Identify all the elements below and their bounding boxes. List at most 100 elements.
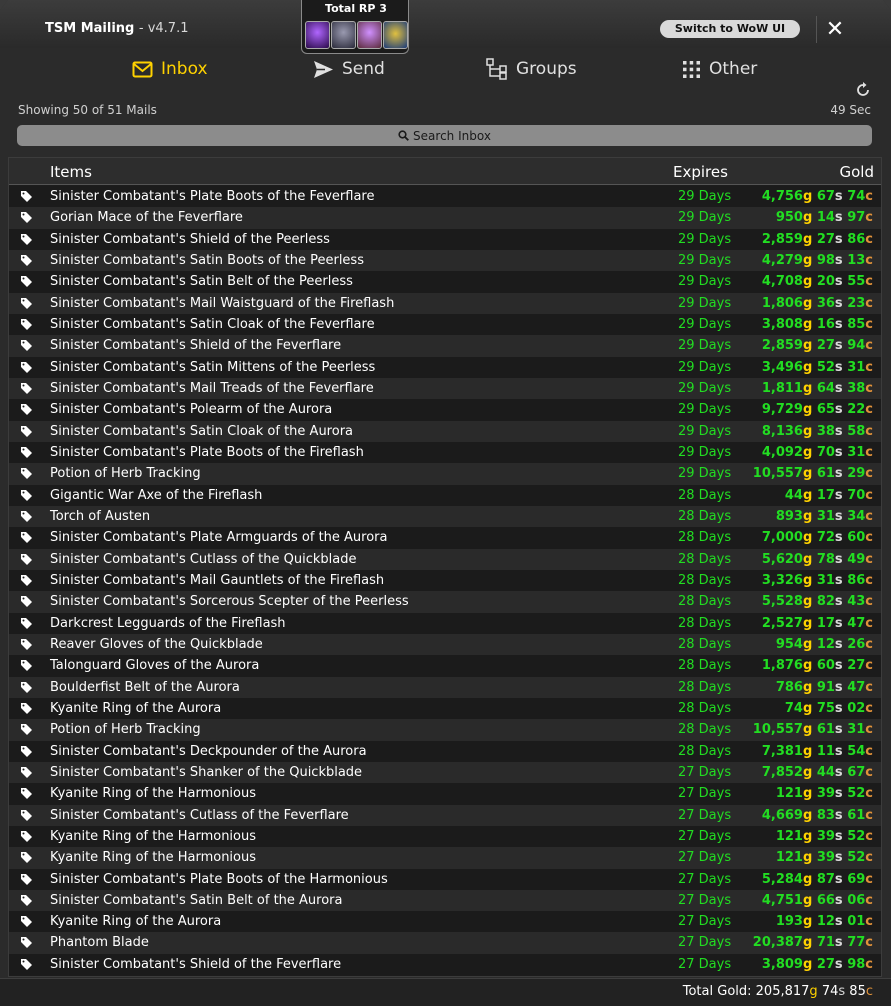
total-rp3-widget[interactable]: Total RP 3 <box>301 0 409 54</box>
item-tag-icon <box>21 318 32 330</box>
table-row[interactable]: Kyanite Ring of the Harmonious 27 Days 121… <box>9 825 881 848</box>
table-row[interactable]: Gorian Mace of the Feverflare 29 Days 950g… <box>9 207 881 229</box>
tab-other[interactable]: Other <box>682 56 757 82</box>
gold-value: 5,620g 78s 49c <box>761 551 873 567</box>
item-tag-icon <box>21 532 32 544</box>
gold-value: 10,557g 61s 29c <box>752 466 873 482</box>
alliance-crest-icon[interactable] <box>383 21 408 49</box>
expires-value: 28 Days <box>678 551 732 567</box>
expires-value: 28 Days <box>678 530 732 546</box>
gold-value: 3,808g 16s 85c <box>761 316 873 332</box>
gold-value: 4,669g 83s 61c <box>761 807 873 823</box>
table-row[interactable]: Darkcrest Legguards of the Fireflash 28 D… <box>9 612 881 634</box>
character-portrait[interactable] <box>357 21 382 49</box>
table-row[interactable]: Sinister Combatant's Cutlass of the Quic… <box>9 548 881 570</box>
table-row[interactable]: Kyanite Ring of the Aurora 27 Days 193g 12… <box>9 911 881 933</box>
column-header-gold[interactable]: Gold <box>840 163 875 181</box>
close-button[interactable]: ✕ <box>816 16 853 43</box>
expires-value: 28 Days <box>678 508 732 524</box>
item-name: Kyanite Ring of the Harmonious <box>50 786 257 802</box>
item-tag-icon <box>21 681 32 693</box>
expires-value: 29 Days <box>678 402 732 418</box>
item-name: Kyanite Ring of the Aurora <box>50 700 222 716</box>
item-tag-icon <box>21 468 32 480</box>
character-portrait[interactable] <box>331 21 356 49</box>
table-row[interactable]: Sinister Combatant's Satin Cloak of the … <box>9 420 881 442</box>
item-name: Sinister Combatant's Plate Armguards of … <box>50 530 388 546</box>
table-row[interactable]: Sinister Combatant's Plate Boots of the … <box>9 441 881 464</box>
table-row[interactable]: Sinister Combatant's Shanker of the Quic… <box>9 761 881 784</box>
expires-value: 28 Days <box>678 572 732 588</box>
table-row[interactable]: Potion of Herb Tracking 29 Days 10,557g 61… <box>9 463 881 485</box>
tab-groups[interactable]: Groups <box>486 56 577 82</box>
column-header-expires[interactable]: Expires <box>673 163 728 181</box>
expires-value: 27 Days <box>678 786 732 802</box>
switch-to-wow-ui-button[interactable]: Switch to WoW UI <box>660 20 800 38</box>
table-row[interactable]: Sinister Combatant's Deckpounder of the … <box>9 740 881 762</box>
column-header-items[interactable]: Items <box>50 163 92 181</box>
item-tag-icon <box>21 361 32 373</box>
table-row[interactable]: Sinister Combatant's Shield of the Fever… <box>9 335 881 357</box>
table-row[interactable]: Sinister Combatant's Polearm of the Auro… <box>9 399 881 421</box>
table-row[interactable]: Sinister Combatant's Plate Boots of the … <box>9 186 881 208</box>
table-row[interactable]: Torch of Austen 28 Days 893g 31s 34c <box>9 505 881 528</box>
table-row[interactable]: Sinister Combatant's Satin Cloak of the … <box>9 313 881 336</box>
item-tag-icon <box>21 489 32 501</box>
expires-value: 28 Days <box>678 700 732 716</box>
gold-value: 5,284g 87s 69c <box>761 871 873 887</box>
table-row[interactable]: Sinister Combatant's Satin Belt of the A… <box>9 889 881 912</box>
table-row[interactable]: Reaver Gloves of the Quickblade 28 Days 95… <box>9 633 881 656</box>
refresh-icon[interactable] <box>855 82 871 98</box>
table-row[interactable]: Sinister Combatant's Satin Boots of the … <box>9 249 881 272</box>
search-input[interactable]: Search Inbox <box>413 129 491 143</box>
table-row[interactable]: Phantom Blade 27 Days 20,387g 71s 77c <box>9 932 881 954</box>
item-tag-icon <box>21 212 32 224</box>
table-row[interactable]: Sinister Combatant's Plate Armguards of … <box>9 527 881 549</box>
gold-value: 121g 39s 52c <box>775 828 873 844</box>
item-tag-icon <box>21 638 32 650</box>
table-row[interactable]: Sinister Combatant's Cutlass of the Feve… <box>9 804 881 826</box>
table-row[interactable]: Potion of Herb Tracking 28 Days 10,557g 61… <box>9 719 881 741</box>
table-row[interactable]: Sinister Combatant's Mail Treads of the … <box>9 377 881 400</box>
item-name: Sinister Combatant's Shield of the Peerl… <box>50 231 330 247</box>
table-row[interactable]: Kyanite Ring of the Harmonious 27 Days 121… <box>9 783 881 805</box>
item-name: Sinister Combatant's Mail Waistguard of … <box>50 295 395 311</box>
table-row[interactable]: Sinister Combatant's Plate Boots of the … <box>9 868 881 890</box>
table-row[interactable]: Sinister Combatant's Mail Waistguard of … <box>9 292 881 314</box>
table-row[interactable]: Sinister Combatant's Shield of the Peerl… <box>9 228 881 250</box>
item-tag-icon <box>21 916 32 928</box>
table-row[interactable]: Sinister Combatant's Shield of the Fever… <box>9 953 881 976</box>
table-row[interactable]: Talonguard Gloves of the Aurora 28 Days 1,… <box>9 655 881 677</box>
title-bar[interactable]: TSM Mailing - v4.7.1 Switch to WoW UI ✕ <box>0 0 891 48</box>
expires-value: 28 Days <box>678 743 732 759</box>
table-row[interactable]: Sinister Combatant's Mail Gauntlets of t… <box>9 569 881 592</box>
table-row[interactable]: Gigantic War Axe of the Fireflash 28 Days… <box>9 484 881 506</box>
item-tag-icon <box>21 191 32 202</box>
table-row[interactable]: Boulderfist Belt of the Aurora 28 Days 786… <box>9 676 881 698</box>
table-row[interactable]: Kyanite Ring of the Harmonious 27 Days 121… <box>9 847 881 869</box>
gold-value: 4,279g 98s 13c <box>761 252 873 268</box>
item-name: Sinister Combatant's Plate Boots of the … <box>50 189 375 204</box>
item-name: Torch of Austen <box>50 508 151 524</box>
tab-inbox[interactable]: Inbox <box>132 56 208 82</box>
gold-value: 8,136g 38s 58c <box>761 423 873 439</box>
expires-value: 29 Days <box>678 359 732 375</box>
tab-send[interactable]: Send <box>313 56 385 82</box>
expires-value: 29 Days <box>678 444 732 460</box>
item-tag-icon <box>21 852 32 864</box>
search-bar[interactable]: Search Inbox <box>17 125 872 146</box>
table-row[interactable]: Sinister Combatant's Sorcerous Scepter o… <box>9 591 881 613</box>
table-row[interactable]: Sinister Combatant's Satin Belt of the P… <box>9 271 881 293</box>
table-row[interactable]: Kyanite Ring of the Aurora 28 Days 74g 75s… <box>9 697 881 720</box>
item-tag-icon <box>21 660 32 672</box>
item-name: Sinister Combatant's Shield of the Fever… <box>50 956 342 972</box>
item-tag-icon <box>21 766 32 778</box>
gold-value: 786g 91s 47c <box>775 679 873 695</box>
table-row[interactable]: Sinister Combatant's Satin Mittens of th… <box>9 356 881 378</box>
character-portrait[interactable] <box>305 21 330 49</box>
item-tag-icon <box>21 745 32 757</box>
item-tag-icon <box>21 596 32 608</box>
item-tag-icon <box>21 254 32 266</box>
expires-value: 29 Days <box>678 295 732 311</box>
expires-value: 28 Days <box>678 658 732 674</box>
